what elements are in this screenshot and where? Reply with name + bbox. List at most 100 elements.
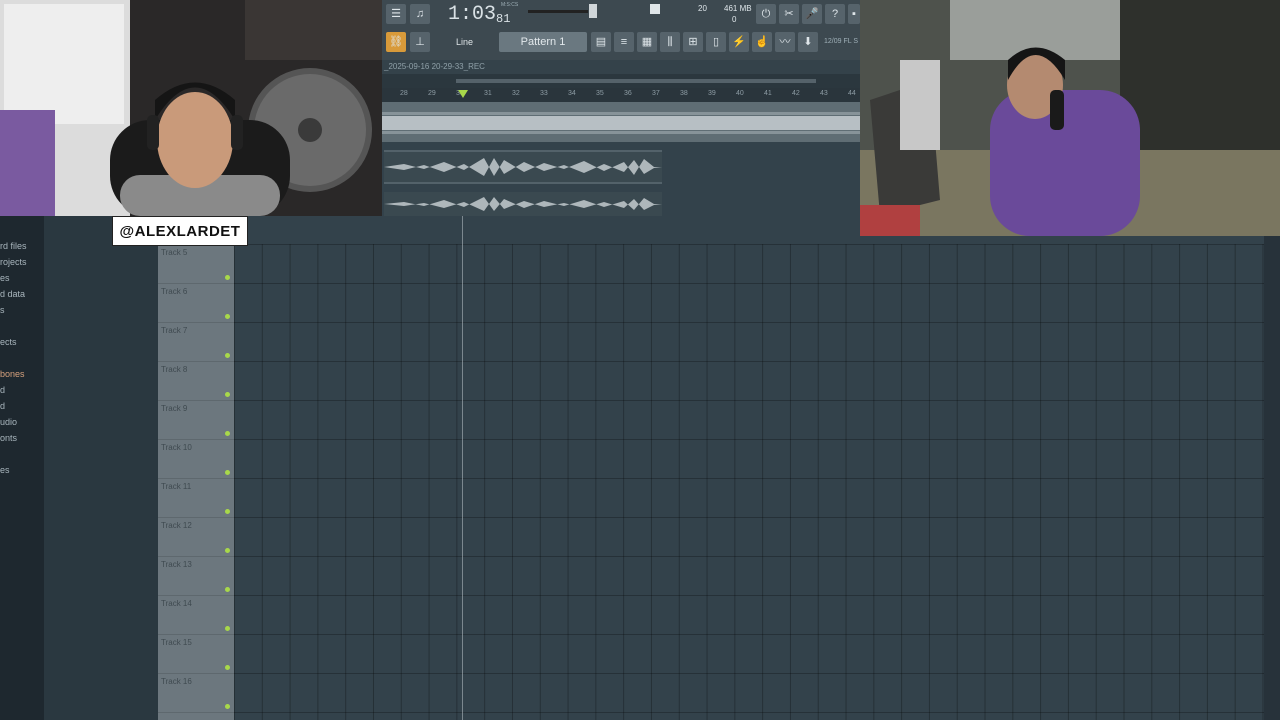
ruler-number: 29 (428, 90, 436, 97)
track-label: Track 11 (161, 482, 192, 491)
track-header[interactable]: Track 6 (158, 283, 234, 323)
ruler-number: 28 (400, 90, 408, 97)
vertical-scrollbar[interactable] (1264, 236, 1280, 720)
timeline-ruler[interactable]: 28 29 30 31 32 33 34 35 36 37 38 39 40 4… (382, 88, 860, 102)
track-label: Track 9 (161, 404, 188, 413)
browser-item[interactable]: bones (0, 369, 25, 379)
browser-item[interactable]: es (0, 465, 10, 475)
mixer-icon[interactable]: ⫼ (660, 32, 680, 52)
track-led-icon[interactable] (225, 548, 230, 553)
track-led-icon[interactable] (225, 626, 230, 631)
webcam-left (0, 0, 382, 216)
playlist-grid[interactable] (234, 244, 1264, 720)
browser-item[interactable]: onts (0, 433, 17, 443)
track-header[interactable]: Track 16 (158, 673, 234, 713)
memory-value: 461 MB (724, 4, 752, 13)
song-mode-icon[interactable]: ♫ (410, 4, 430, 24)
track-header[interactable]: Track 13 (158, 556, 234, 596)
power-icon[interactable]: ⏻ (756, 4, 776, 24)
ruler-number: 35 (596, 90, 604, 97)
playlist-icon[interactable]: ▤ (591, 32, 611, 52)
streamer-handle-badge: @ALEXLARDET (112, 216, 248, 246)
track-led-icon[interactable] (225, 314, 230, 319)
track-led-icon[interactable] (225, 470, 230, 475)
help-icon[interactable]: ? (825, 4, 845, 24)
audio-clip[interactable] (384, 192, 662, 216)
track-header[interactable]: Track 14 (158, 595, 234, 635)
ruler-number: 34 (568, 90, 576, 97)
pattern-selector[interactable]: Pattern 1 (499, 32, 587, 52)
track-label: Track 5 (161, 248, 188, 257)
track-label: Track 8 (161, 365, 188, 374)
track-led-icon[interactable] (225, 431, 230, 436)
channel-rack-icon[interactable]: ≡ (614, 32, 634, 52)
link-icon[interactable]: ⛓ (386, 32, 406, 52)
mic-icon[interactable]: 🎤 (802, 4, 822, 24)
track-header[interactable]: Track 10 (158, 439, 234, 479)
track-label: Track 13 (161, 560, 192, 569)
browser-icon[interactable]: ⊞ (683, 32, 703, 52)
fl-toolbar: ☰ ♫ 1:03 M:S:CS 81 20 461 MB 0 ⏻ ✂ 🎤 ? ▪… (382, 0, 860, 60)
waveform-overview (382, 112, 860, 134)
wave-icon[interactable]: 〰 (775, 32, 795, 52)
browser-item[interactable]: d (0, 385, 5, 395)
track-led-icon[interactable] (225, 665, 230, 670)
plugin-icon[interactable]: ⚡ (729, 32, 749, 52)
ruler-number: 33 (540, 90, 548, 97)
ruler-number: 32 (512, 90, 520, 97)
track-led-icon[interactable] (225, 704, 230, 709)
browser-item[interactable]: d data (0, 289, 25, 299)
menu-icon[interactable]: ☰ (386, 4, 406, 24)
playhead-marker-icon[interactable] (458, 90, 468, 98)
browser-item[interactable]: es (0, 273, 10, 283)
audio-clip[interactable] (384, 150, 662, 184)
stamp-icon[interactable]: ⊥ (410, 32, 430, 52)
horizontal-scrollbar[interactable] (382, 74, 860, 88)
track-led-icon[interactable] (225, 275, 230, 280)
cpu-meter-icon (650, 4, 660, 14)
browser-item[interactable]: rojects (0, 257, 27, 267)
download-icon[interactable]: ⬇ (798, 32, 818, 52)
touch-icon[interactable]: ☝ (752, 32, 772, 52)
track-header[interactable]: Track 9 (158, 400, 234, 440)
browser-item[interactable]: s (0, 305, 5, 315)
track-led-icon[interactable] (225, 509, 230, 514)
track-led-icon[interactable] (225, 587, 230, 592)
piano-roll-icon[interactable]: ▦ (637, 32, 657, 52)
cut-icon[interactable]: ✂ (779, 4, 799, 24)
master-volume-slider[interactable] (528, 10, 588, 13)
track-label: Track 15 (161, 638, 192, 647)
track-header[interactable]: Track 5 (158, 244, 234, 284)
browser-item[interactable]: rd files (0, 241, 27, 251)
news-date: 12/09 FL S (824, 38, 858, 45)
audio-overview-clip[interactable] (382, 102, 860, 142)
ruler-number: 40 (736, 90, 744, 97)
track-header[interactable]: Track 15 (158, 634, 234, 674)
time-unit-label: M:S:CS (501, 2, 519, 8)
browser-divider-area (44, 216, 158, 720)
track-header[interactable]: Track 12 (158, 517, 234, 557)
ruler-number: 39 (708, 90, 716, 97)
browser-item[interactable]: ects (0, 337, 17, 347)
waveform (384, 197, 662, 211)
browser-item[interactable]: d (0, 401, 5, 411)
ruler-number: 44 (848, 90, 856, 97)
track-header[interactable]: Track 7 (158, 322, 234, 362)
streamer-handle: @ALEXLARDET (119, 223, 241, 240)
save-icon[interactable]: ▪ (848, 4, 860, 24)
browser-item[interactable]: udio (0, 417, 17, 427)
track-header[interactable]: Track 11 (158, 478, 234, 518)
waveform (384, 150, 662, 184)
track-led-icon[interactable] (225, 353, 230, 358)
webcam-right-image (860, 0, 1280, 236)
track-header[interactable]: Track 8 (158, 361, 234, 401)
track-label: Track 7 (161, 326, 188, 335)
snap-selector[interactable]: Line (442, 34, 492, 50)
file-icon[interactable]: ▯ (706, 32, 726, 52)
ruler-number: 38 (680, 90, 688, 97)
scrollbar-thumb[interactable] (456, 79, 816, 83)
ruler-number: 42 (792, 90, 800, 97)
master-volume-knob[interactable] (589, 4, 597, 18)
track-led-icon[interactable] (225, 392, 230, 397)
track-headers: Track 5 Track 6 Track 7 Track 8 Track 9 … (158, 244, 234, 720)
